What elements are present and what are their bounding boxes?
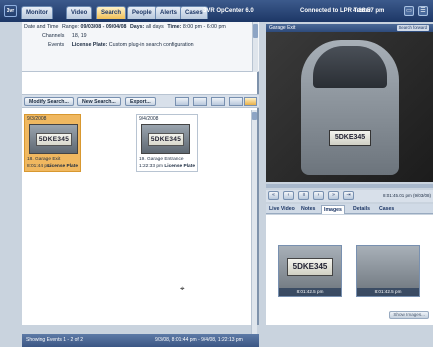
export-button[interactable]: Export...	[125, 97, 156, 106]
show-images-button[interactable]: Show Images...	[389, 311, 429, 319]
view-thumbnail-icon[interactable]	[244, 97, 257, 106]
image-thumbnail[interactable]: 8:01:42.5 pm	[356, 245, 420, 297]
results-count: Showing Events 1 - 2 of 2	[26, 337, 83, 343]
range-label: Range:	[61, 24, 80, 30]
channels-value: 18, 19	[71, 33, 87, 39]
tab-live-video[interactable]: Live Video	[267, 205, 297, 214]
info-tabs: Live Video Notes Images Details Cases	[266, 204, 433, 214]
tab-search[interactable]: Search	[96, 6, 127, 19]
range-value: 09/03/08 - 09/04/08	[80, 24, 127, 30]
plate-image: 5DKE345	[36, 133, 72, 146]
app-logo: 3vr	[4, 5, 17, 17]
result-type: License Plate	[164, 164, 195, 169]
results-scrollbar[interactable]	[251, 110, 257, 334]
view-grid-large-icon[interactable]	[211, 97, 225, 106]
criteria-channels-row: Channels 18, 19	[42, 33, 87, 41]
car-image: 5DKE345	[301, 40, 399, 175]
plate-image: 5DKE345	[148, 133, 184, 146]
events-value: Custom plug-in search configuration	[108, 42, 194, 48]
status-bar: Showing Events 1 - 2 of 2 9/3/08, 8:01:4…	[22, 334, 259, 347]
result-date: 9/3/2008	[27, 116, 47, 122]
step-back-icon[interactable]: ‹	[283, 191, 294, 200]
viewer-pane: Garage Exit Search forward 5DKE345 « ‹ ॥…	[263, 22, 433, 325]
playback-controls: « ‹ ॥ › » ⇥ 8:01:45.01 pm (9/03/08)	[266, 190, 433, 202]
top-navigation-bar: 3vr Monitor Video Search People Alerts C…	[0, 0, 433, 22]
criteria-scrollbar[interactable]	[252, 22, 258, 72]
play-icon[interactable]: ›	[313, 191, 324, 200]
camera-header: Garage Exit Search forward	[266, 24, 433, 32]
result-thumbnail: 5DKE345	[29, 124, 78, 154]
tab-cases-info[interactable]: Cases	[377, 205, 396, 214]
camera-video-frame[interactable]: 5DKE345	[266, 32, 433, 182]
days-value: all days	[145, 24, 164, 30]
tab-alerts[interactable]: Alerts	[155, 6, 183, 19]
image-plate: 5DKE345	[287, 258, 333, 276]
windshield	[313, 46, 387, 88]
days-label: Days:	[129, 24, 145, 30]
result-camera: 18. Garage Exit	[27, 157, 61, 162]
images-panel: 5DKE345 8:01:42.5 pm 8:01:42.5 pm Show I…	[266, 215, 433, 325]
criteria-scroll-thumb[interactable]	[253, 24, 258, 38]
result-time: 1:22:33 pm	[139, 164, 164, 169]
camera-name: Garage Exit	[269, 25, 296, 31]
result-camera: 19. Garage Entrance	[139, 157, 184, 162]
tab-details[interactable]: Details	[351, 205, 372, 214]
results-grid: 9/3/2008 5DKE345 18. Garage Exit 8:01:44…	[24, 111, 252, 321]
result-card[interactable]: 9/4/2008 5DKE345 19. Garage Entrance 1:2…	[136, 114, 198, 172]
rewind-icon[interactable]: «	[268, 191, 279, 200]
clock: 4:16:57 pm	[353, 8, 385, 14]
playback-timeline[interactable]	[266, 184, 433, 188]
search-criteria: Date and Time Range: 09/03/08 - 09/04/08…	[22, 22, 259, 72]
mouse-cursor-icon: ⌖	[180, 284, 185, 293]
screen-icon[interactable]: ▭	[404, 6, 414, 16]
tab-video[interactable]: Video	[66, 6, 93, 19]
view-grid-small-icon[interactable]	[193, 97, 207, 106]
events-label: Events	[48, 42, 65, 48]
app-name: 3VR OpCenter 6.0	[203, 8, 254, 14]
time-value: 8:00 pm - 6:00 pm	[182, 24, 226, 30]
view-list-icon[interactable]	[229, 97, 243, 106]
modify-search-button[interactable]: Modify Search...	[24, 97, 74, 106]
date-label: Date and Time	[24, 24, 59, 30]
result-date: 9/4/2008	[139, 116, 159, 122]
result-thumbnail: 5DKE345	[141, 124, 190, 154]
events-type: License Plate:	[71, 42, 108, 48]
result-card[interactable]: 9/3/2008 5DKE345 18. Garage Exit 8:01:44…	[24, 114, 81, 172]
playback-timestamp: 8:01:45.01 pm (9/03/08)	[382, 193, 431, 198]
pause-icon[interactable]: ॥	[298, 191, 309, 200]
tab-monitor[interactable]: Monitor	[21, 6, 53, 19]
tab-notes[interactable]: Notes	[299, 205, 317, 214]
image-caption: 8:01:42.5 pm	[357, 288, 419, 296]
results-range: 9/3/08, 8:01:44 pm - 9/4/08, 1:22:13 pm	[155, 337, 243, 343]
view-strip-icon[interactable]	[175, 97, 189, 106]
video-plate: 5DKE345	[329, 130, 371, 146]
tab-images[interactable]: Images	[321, 205, 345, 214]
results-scroll-thumb[interactable]	[252, 112, 257, 120]
channels-label: Channels	[42, 33, 65, 39]
skip-end-icon[interactable]: ⇥	[343, 191, 354, 200]
criteria-events-row: Events License Plate: Custom plug-in sea…	[48, 42, 194, 50]
image-thumbnail[interactable]: 5DKE345 8:01:42.5 pm	[278, 245, 342, 297]
result-type: License Plate	[47, 164, 78, 169]
fast-forward-icon[interactable]: »	[328, 191, 339, 200]
search-forward-button[interactable]: Search forward	[396, 25, 429, 31]
time-label: Time:	[167, 24, 182, 30]
search-results-pane: Date and Time Range: 09/03/08 - 09/04/08…	[22, 22, 259, 347]
results-toolbar: Modify Search... New Search... Export...	[22, 94, 259, 108]
menu-icon[interactable]: ☰	[418, 6, 428, 16]
criteria-date-row: Date and Time Range: 09/03/08 - 09/04/08…	[24, 24, 226, 32]
image-caption: 8:01:42.5 pm	[279, 288, 341, 296]
new-search-button[interactable]: New Search...	[77, 97, 121, 106]
tab-people[interactable]: People	[127, 6, 157, 19]
